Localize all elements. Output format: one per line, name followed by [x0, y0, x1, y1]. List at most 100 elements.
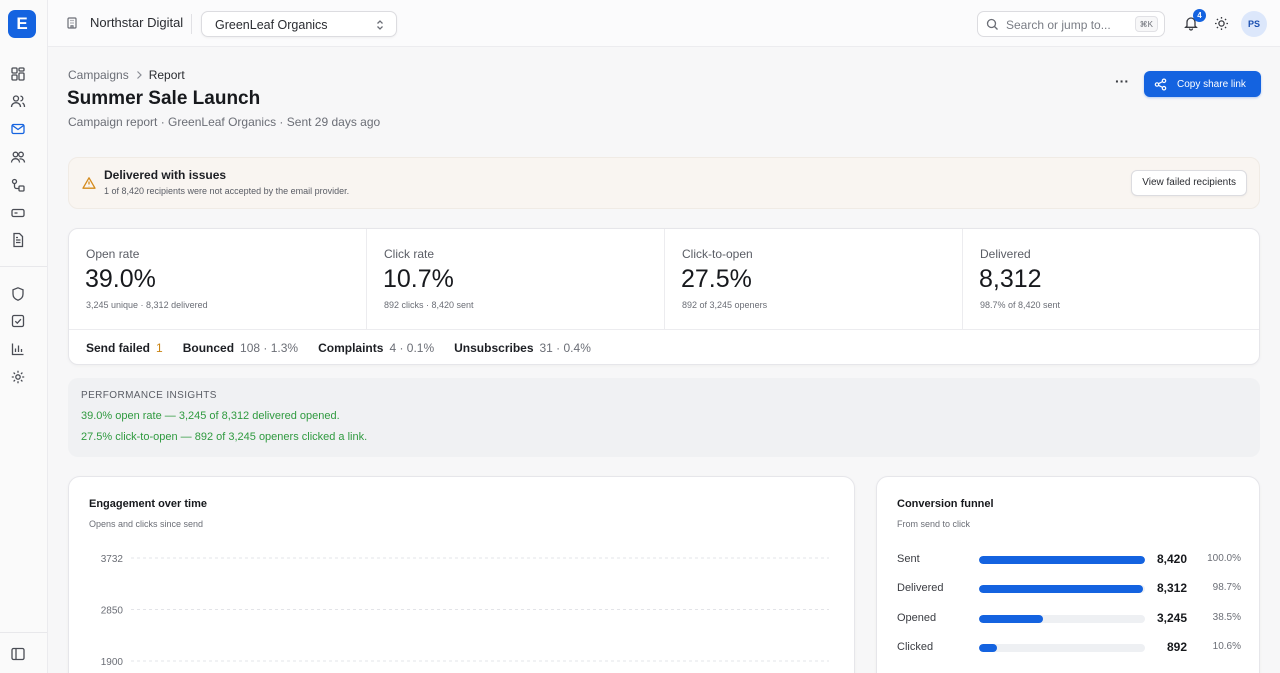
funnel-bar: [979, 644, 997, 652]
page-title: Summer Sale Launch: [67, 88, 261, 109]
contacts-icon[interactable]: [10, 93, 26, 109]
funnel-row-opened: Opened 3,245 38.5%: [897, 611, 1241, 627]
client-select-value: GreenLeaf Organics: [215, 18, 328, 32]
theme-toggle-icon[interactable]: [1214, 16, 1229, 31]
metrics-card: Open rate 39.0% 3,245 unique · 8,312 del…: [68, 228, 1260, 365]
metric-label: Click-to-open: [682, 247, 753, 261]
templates-icon[interactable]: [10, 232, 26, 248]
audience-icon[interactable]: [10, 149, 26, 165]
app-logo[interactable]: E: [8, 10, 36, 38]
org-name[interactable]: Northstar Digital: [90, 15, 183, 30]
sidebar-divider-bottom: [0, 632, 47, 633]
metric-click-rate: Click rate 10.7% 892 clicks · 8,420 sent: [367, 229, 665, 329]
funnel-row-sent: Sent 8,420 100.0%: [897, 552, 1241, 568]
funnel-track: [979, 585, 1145, 593]
copy-share-link-button[interactable]: Copy share link: [1144, 71, 1261, 97]
dashboard-icon[interactable]: [10, 66, 26, 82]
metric-click-to-open: Click-to-open 27.5% 892 of 3,245 openers: [665, 229, 963, 329]
automation-icon[interactable]: [10, 177, 26, 193]
topbar: Northstar Digital GreenLeaf Organics Sea…: [48, 0, 1280, 47]
funnel-track: [979, 556, 1145, 564]
alert-message: 1 of 8,420 recipients were not accepted …: [104, 186, 350, 196]
sidebar: E: [0, 0, 48, 673]
page-subtitle: Campaign report · GreenLeaf Organics · S…: [68, 115, 381, 129]
insight-line: 27.5% click-to-open — 892 of 3,245 opene…: [81, 431, 368, 443]
insights-heading: PERFORMANCE INSIGHTS: [81, 390, 217, 401]
warning-icon: [82, 176, 96, 190]
breadcrumb-campaigns[interactable]: Campaigns: [68, 68, 129, 82]
stat-label: Complaints: [318, 341, 384, 355]
client-select[interactable]: GreenLeaf Organics: [201, 11, 397, 37]
funnel-label: Delivered: [897, 582, 944, 594]
sidebar-divider: [0, 266, 47, 267]
funnel-label: Opened: [897, 612, 937, 624]
stat-unsubscribes: Unsubscribes 31 · 0.4%: [454, 341, 591, 355]
chevron-right-icon: [135, 70, 143, 80]
reports-icon[interactable]: [10, 341, 26, 357]
insight-line: 39.0% open rate — 3,245 of 8,312 deliver…: [81, 410, 340, 422]
y-tick-label: 2850: [101, 606, 124, 617]
metric-sub: 892 of 3,245 openers: [682, 300, 768, 310]
funnel-percent: 98.7%: [1212, 582, 1241, 593]
stat-value: 108 · 1.3%: [240, 341, 299, 355]
search-icon: [986, 18, 999, 31]
y-tick-label: 1900: [101, 657, 124, 668]
topbar-divider: [191, 14, 192, 34]
forms-icon[interactable]: [10, 205, 26, 221]
tasks-icon[interactable]: [10, 313, 26, 329]
view-failed-recipients-button[interactable]: View failed recipients: [1131, 170, 1247, 196]
funnel-subtitle: From send to click: [897, 519, 971, 529]
metric-sub: 3,245 unique · 8,312 delivered: [86, 300, 208, 310]
stat-value: 4 · 0.1%: [389, 341, 435, 355]
breadcrumb-current: Report: [148, 68, 185, 82]
metric-open-rate: Open rate 39.0% 3,245 unique · 8,312 del…: [69, 229, 367, 329]
funnel-track: [979, 644, 1145, 652]
stat-label: Unsubscribes: [454, 341, 534, 355]
settings-icon[interactable]: [10, 369, 26, 385]
engagement-chart: 3732 2850 1900: [101, 554, 829, 668]
conversion-funnel-card: Conversion funnel From send to click Sen…: [876, 476, 1260, 673]
collapse-sidebar-icon[interactable]: [10, 646, 26, 662]
metric-value: 27.5%: [681, 265, 752, 293]
stat-bounced: Bounced 108 · 1.3%: [183, 341, 298, 355]
funnel-value: 8,312: [1156, 581, 1187, 595]
stat-send-failed[interactable]: Send failed 1: [86, 341, 163, 355]
share-icon: [1154, 77, 1167, 91]
funnel-title: Conversion funnel: [897, 498, 994, 510]
shield-icon[interactable]: [10, 286, 26, 302]
funnel-value: 8,420: [1156, 552, 1187, 566]
funnel-bar: [979, 615, 1043, 623]
engagement-chart-card: Engagement over time Opens and clicks si…: [68, 476, 855, 673]
building-icon: [65, 16, 79, 30]
funnel-row-clicked: Clicked 892 10.6%: [897, 640, 1241, 656]
avatar[interactable]: PS: [1241, 11, 1267, 37]
funnel-percent: 38.5%: [1212, 612, 1241, 623]
funnel-value: 3,245: [1156, 611, 1187, 625]
funnel-row-delivered: Delivered 8,312 98.7%: [897, 581, 1241, 597]
funnel-track: [979, 615, 1145, 623]
delivery-alert: Delivered with issues 1 of 8,420 recipie…: [68, 157, 1260, 209]
more-options-button[interactable]: ···: [1112, 74, 1132, 92]
breadcrumb: Campaigns Report: [68, 68, 185, 82]
metric-value: 39.0%: [85, 265, 156, 293]
performance-insights: PERFORMANCE INSIGHTS 39.0% open rate — 3…: [68, 378, 1260, 457]
mail-icon[interactable]: [10, 121, 26, 137]
funnel-label: Sent: [897, 553, 920, 565]
search-input[interactable]: Search or jump to... ⌘K: [977, 11, 1165, 37]
stat-complaints: Complaints 4 · 0.1%: [318, 341, 434, 355]
funnel-label: Clicked: [897, 641, 934, 653]
notification-badge: 4: [1193, 9, 1206, 22]
search-shortcut: ⌘K: [1134, 16, 1158, 32]
funnel-bar: [979, 585, 1143, 593]
funnel-bar: [979, 556, 1145, 564]
funnel-percent: 10.6%: [1212, 641, 1241, 652]
metric-label: Delivered: [980, 247, 1031, 261]
search-placeholder: Search or jump to...: [1006, 18, 1111, 32]
y-tick-label: 3732: [101, 554, 124, 565]
metric-label: Click rate: [384, 247, 435, 261]
metric-label: Open rate: [86, 247, 140, 261]
funnel-percent: 100.0%: [1207, 553, 1241, 564]
stat-value: 1: [156, 341, 163, 355]
stat-label: Send failed: [86, 341, 151, 355]
chevron-updown-icon: [374, 18, 386, 32]
